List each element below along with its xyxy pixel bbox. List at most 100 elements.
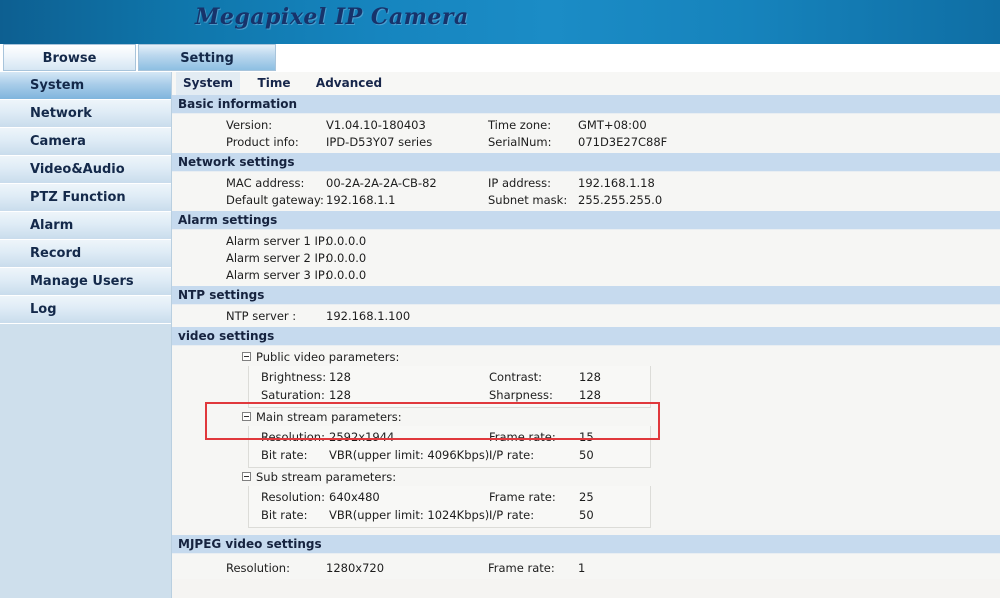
- section-body-ntp-settings: NTP server : 192.168.1.100: [172, 305, 1000, 327]
- row-label-mjpeg-frame-rate: Frame rate:: [488, 561, 555, 575]
- sidebar-item-alarm[interactable]: Alarm: [0, 212, 171, 240]
- content-panel: System Time Advanced Basic information V…: [172, 72, 1000, 598]
- sidebar-item-video-audio[interactable]: Video&Audio: [0, 156, 171, 184]
- table-row: Brightness: 128 Contrast: 128: [249, 368, 650, 386]
- row-label-main-bit-rate: Bit rate:: [261, 448, 308, 462]
- row-value-serialnum: 071D3E27C88F: [578, 135, 668, 149]
- row-label-subnet-mask: Subnet mask:: [488, 193, 568, 207]
- group-box-sub-stream-parameters: Resolution: 640x480 Frame rate: 25 Bit r…: [248, 486, 651, 528]
- table-row: Alarm server 2 IP: 0.0.0.0: [172, 250, 1000, 267]
- sidebar-item-network[interactable]: Network: [0, 100, 171, 128]
- section-body-network-settings: MAC address: 00-2A-2A-2A-CB-82 IP addres…: [172, 172, 1000, 211]
- table-row: Product info: IPD-D53Y07 series SerialNu…: [172, 134, 1000, 151]
- row-value-mac-address: 00-2A-2A-2A-CB-82: [326, 176, 437, 190]
- row-value-sub-ip-rate: 50: [579, 508, 594, 522]
- sidebar: System Network Camera Video&Audio PTZ Fu…: [0, 72, 172, 598]
- row-value-subnet-mask: 255.255.255.0: [578, 193, 663, 207]
- row-label-alarm-server-2-ip: Alarm server 2 IP:: [226, 251, 329, 265]
- group-sub-stream-parameters: Sub stream parameters:: [172, 468, 1000, 486]
- tab-time[interactable]: Time: [248, 72, 300, 95]
- table-row: Saturation: 128 Sharpness: 128: [249, 386, 650, 404]
- row-value-ip-address: 192.168.1.18: [578, 176, 655, 190]
- row-label-product-info: Product info:: [226, 135, 299, 149]
- group-title-main-stream-parameters: Main stream parameters:: [256, 410, 402, 424]
- row-value-version: V1.04.10-180403: [326, 118, 426, 132]
- sidebar-item-ptz-function[interactable]: PTZ Function: [0, 184, 171, 212]
- table-row: Alarm server 1 IP: 0.0.0.0: [172, 233, 1000, 250]
- row-value-alarm-server-1-ip: 0.0.0.0: [326, 234, 367, 248]
- row-label-sub-ip-rate: I/P rate:: [489, 508, 535, 522]
- row-value-alarm-server-3-ip: 0.0.0.0: [326, 268, 367, 282]
- row-label-ntp-server: NTP server :: [226, 309, 297, 323]
- row-label-sharpness: Sharpness:: [489, 388, 553, 402]
- table-row: Resolution: 640x480 Frame rate: 25: [249, 488, 650, 506]
- table-row: Resolution: 1280x720 Frame rate: 1: [172, 560, 1000, 577]
- page-title: Megapixel IP Camera: [195, 4, 469, 30]
- row-value-default-gateway: 192.168.1.1: [326, 193, 396, 207]
- main-tab-bar: Browse Setting: [0, 44, 1000, 72]
- row-label-main-ip-rate: I/P rate:: [489, 448, 535, 462]
- section-header-basic-information: Basic information: [172, 95, 1000, 114]
- sidebar-item-camera[interactable]: Camera: [0, 128, 171, 156]
- sidebar-item-log[interactable]: Log: [0, 296, 171, 324]
- row-label-alarm-server-1-ip: Alarm server 1 IP:: [226, 234, 329, 248]
- group-box-public-video-parameters: Brightness: 128 Contrast: 128 Saturation…: [248, 366, 651, 408]
- sub-tab-bar: System Time Advanced: [172, 72, 1000, 96]
- table-row: Bit rate: VBR(upper limit: 4096Kbps) I/P…: [249, 446, 650, 464]
- row-value-main-resolution: 2592x1944: [329, 430, 395, 444]
- row-value-sub-bit-rate: VBR(upper limit: 1024Kbps): [329, 508, 490, 522]
- row-value-mjpeg-resolution: 1280x720: [326, 561, 385, 575]
- group-public-video-parameters: Public video parameters:: [172, 348, 1000, 366]
- section-header-ntp-settings: NTP settings: [172, 286, 1000, 305]
- row-value-saturation: 128: [329, 388, 351, 402]
- section-body-alarm-settings: Alarm server 1 IP: 0.0.0.0 Alarm server …: [172, 230, 1000, 286]
- group-main-stream-parameters: Main stream parameters:: [172, 408, 1000, 426]
- section-header-video-settings: video settings: [172, 327, 1000, 346]
- sidebar-item-manage-users[interactable]: Manage Users: [0, 268, 171, 296]
- collapse-icon[interactable]: [242, 352, 251, 361]
- tab-setting[interactable]: Setting: [138, 44, 276, 71]
- collapse-icon[interactable]: [242, 412, 251, 421]
- row-value-alarm-server-2-ip: 0.0.0.0: [326, 251, 367, 265]
- settings-panel: Basic information Version: V1.04.10-1804…: [172, 95, 1000, 598]
- sidebar-item-system[interactable]: System: [0, 72, 171, 100]
- table-row: Bit rate: VBR(upper limit: 1024Kbps) I/P…: [249, 506, 650, 524]
- section-header-alarm-settings: Alarm settings: [172, 211, 1000, 230]
- row-label-default-gateway: Default gateway:: [226, 193, 324, 207]
- group-title-public-video-parameters: Public video parameters:: [256, 350, 400, 364]
- tab-browse[interactable]: Browse: [3, 44, 136, 71]
- row-label-contrast: Contrast:: [489, 370, 543, 384]
- sidebar-item-record[interactable]: Record: [0, 240, 171, 268]
- row-label-serialnum: SerialNum:: [488, 135, 552, 149]
- table-row: Resolution: 2592x1944 Frame rate: 15: [249, 428, 650, 446]
- row-label-alarm-server-3-ip: Alarm server 3 IP:: [226, 268, 329, 282]
- row-value-sub-resolution: 640x480: [329, 490, 380, 504]
- row-value-product-info: IPD-D53Y07 series: [326, 135, 433, 149]
- table-row: Alarm server 3 IP: 0.0.0.0: [172, 267, 1000, 284]
- row-label-ip-address: IP address:: [488, 176, 552, 190]
- section-header-network-settings: Network settings: [172, 153, 1000, 172]
- row-value-ntp-server: 192.168.1.100: [326, 309, 411, 323]
- row-value-main-frame-rate: 15: [579, 430, 594, 444]
- section-body-mjpeg-video-settings: Resolution: 1280x720 Frame rate: 1: [172, 554, 1000, 579]
- row-label-brightness: Brightness:: [261, 370, 327, 384]
- section-header-mjpeg-video-settings: MJPEG video settings: [172, 535, 1000, 554]
- row-label-sub-resolution: Resolution:: [261, 490, 325, 504]
- tab-system[interactable]: System: [176, 72, 240, 95]
- section-body-basic-information: Version: V1.04.10-180403 Time zone: GMT+…: [172, 114, 1000, 153]
- row-value-main-bit-rate: VBR(upper limit: 4096Kbps): [329, 448, 490, 462]
- row-label-version: Version:: [226, 118, 273, 132]
- group-title-sub-stream-parameters: Sub stream parameters:: [256, 470, 397, 484]
- row-value-contrast: 128: [579, 370, 601, 384]
- row-label-sub-bit-rate: Bit rate:: [261, 508, 308, 522]
- row-label-sub-frame-rate: Frame rate:: [489, 490, 556, 504]
- table-row: Version: V1.04.10-180403 Time zone: GMT+…: [172, 117, 1000, 134]
- row-value-mjpeg-frame-rate: 1: [578, 561, 586, 575]
- collapse-icon[interactable]: [242, 472, 251, 481]
- row-value-sharpness: 128: [579, 388, 601, 402]
- tab-advanced[interactable]: Advanced: [310, 72, 388, 95]
- main-tab-filler: [276, 44, 1000, 71]
- row-label-time-zone: Time zone:: [488, 118, 552, 132]
- app-banner: Megapixel IP Camera: [0, 0, 1000, 44]
- group-box-main-stream-parameters: Resolution: 2592x1944 Frame rate: 15 Bit…: [248, 426, 651, 468]
